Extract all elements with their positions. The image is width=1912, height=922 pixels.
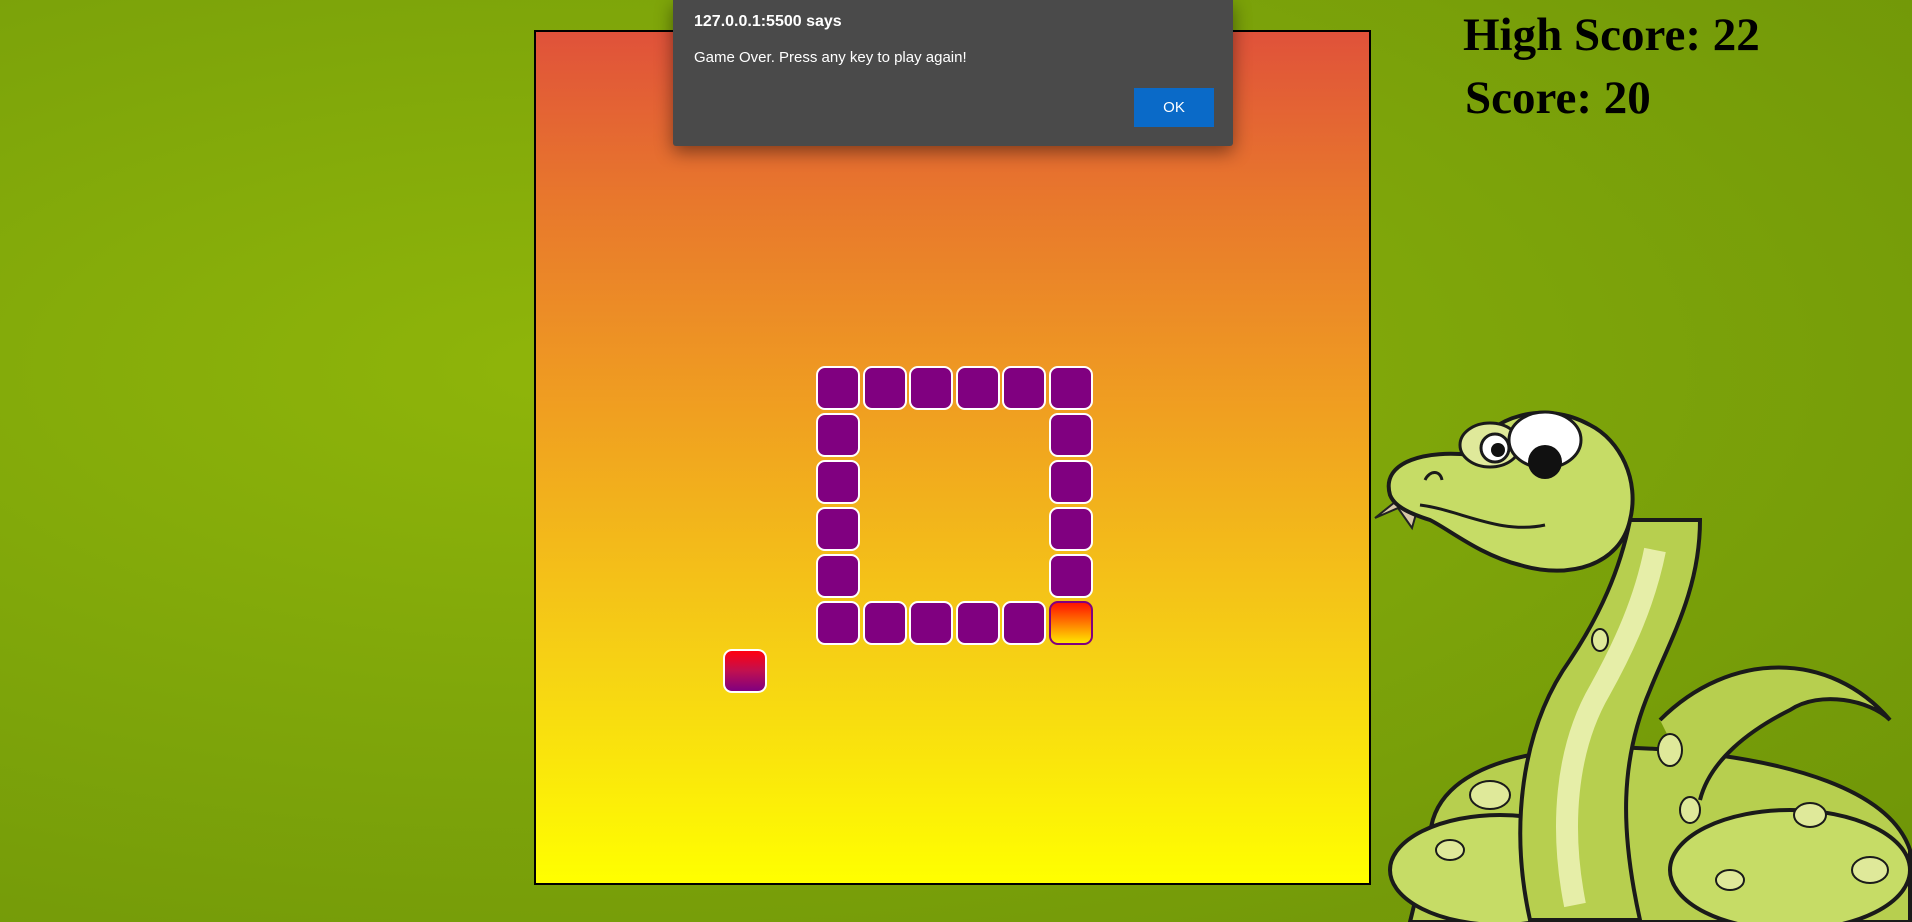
- dialog-title: 127.0.0.1:5500 says: [694, 13, 842, 30]
- snake-segment: [816, 601, 860, 645]
- snake-segment: [816, 554, 860, 598]
- cartoon-snake-icon: [1374, 410, 1912, 922]
- snake-segment: [1049, 554, 1093, 598]
- snake-segment: [909, 601, 953, 645]
- snake-segment: [863, 601, 907, 645]
- snake-segment: [816, 507, 860, 551]
- snake-segment: [816, 366, 860, 410]
- snake-segment: [909, 366, 953, 410]
- game-board: [534, 30, 1371, 885]
- snake-segment: [1049, 366, 1093, 410]
- snake-segment: [956, 601, 1000, 645]
- snake-segment: [863, 366, 907, 410]
- snake-head: [1049, 601, 1093, 645]
- current-score: Score: 20: [1465, 72, 1651, 124]
- snake-segment: [1002, 366, 1046, 410]
- snake-segment: [1049, 413, 1093, 457]
- snake-segment: [956, 366, 1000, 410]
- dialog-message: Game Over. Press any key to play again!: [694, 49, 967, 66]
- snake-segment: [1002, 601, 1046, 645]
- alert-dialog: 127.0.0.1:5500 says Game Over. Press any…: [673, 0, 1233, 146]
- high-score: High Score: 22: [1463, 9, 1760, 61]
- snake-segment: [816, 460, 860, 504]
- snake-segment: [816, 413, 860, 457]
- ok-button[interactable]: OK: [1134, 88, 1214, 127]
- snake-segment: [1049, 460, 1093, 504]
- food-item: [723, 649, 767, 693]
- snake-segment: [1049, 507, 1093, 551]
